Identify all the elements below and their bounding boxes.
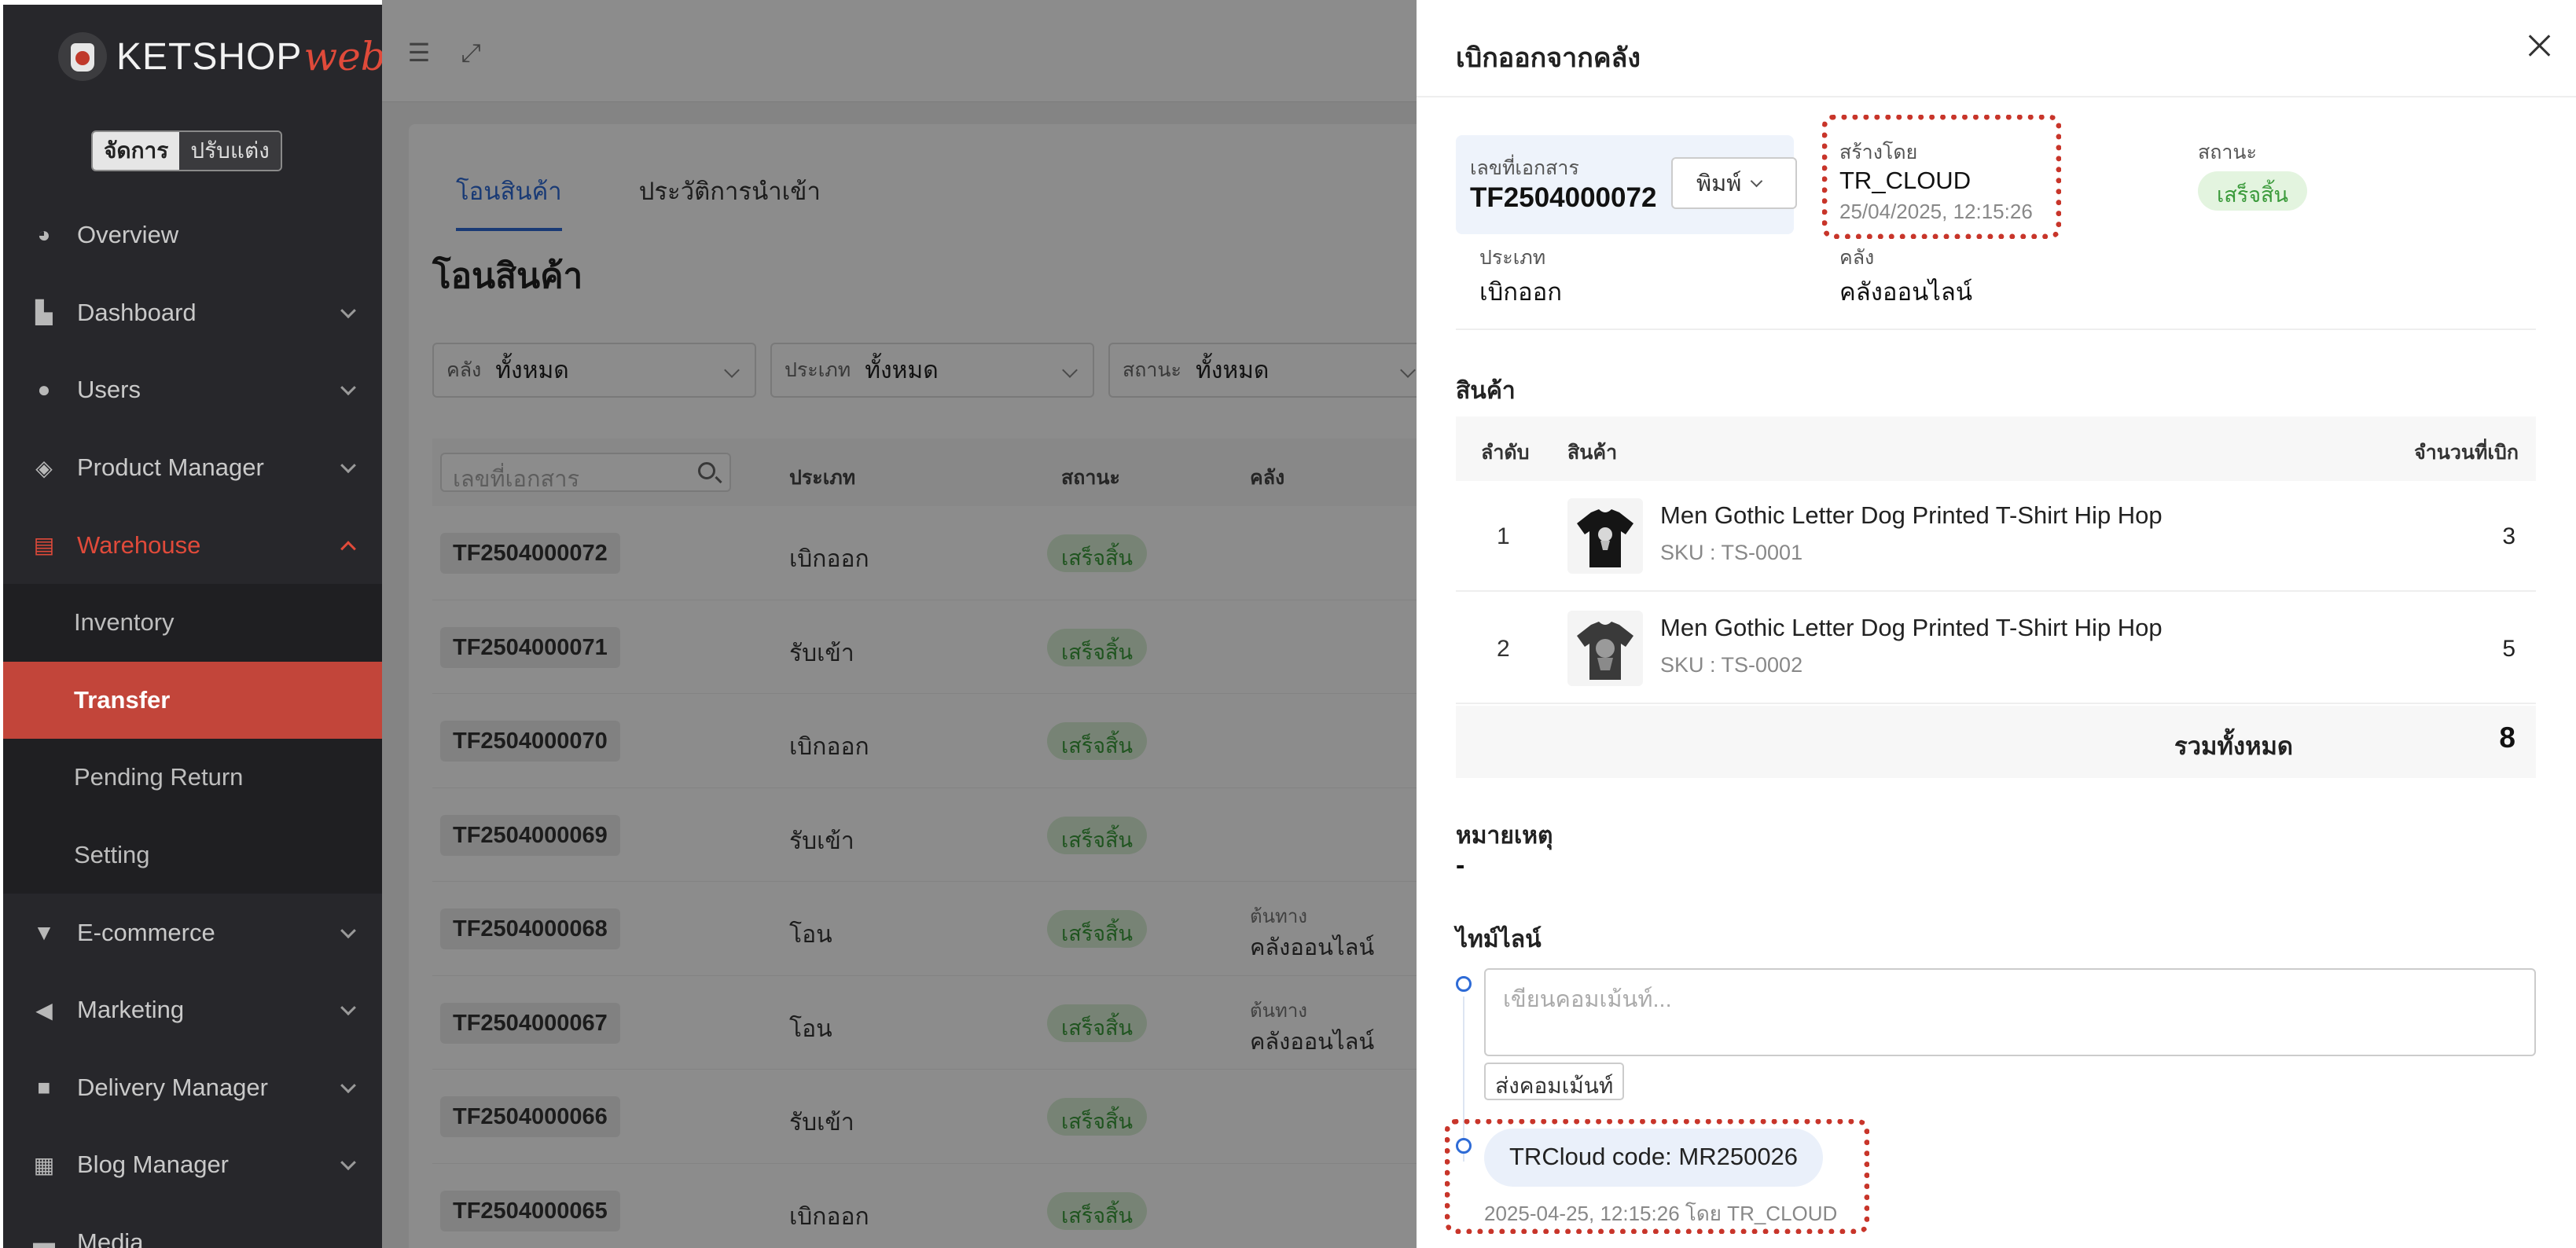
bar-chart-icon: ▙ bbox=[35, 300, 53, 325]
column-header-qty: จำนวนที่เบิก bbox=[2414, 442, 2519, 464]
chevron-down-icon bbox=[340, 303, 356, 318]
type-value: เบิกออก bbox=[1479, 278, 1563, 306]
brand-logo[interactable]: KETSHOP web bbox=[58, 28, 382, 85]
column-header-index: ลำดับ bbox=[1481, 442, 1530, 464]
products-total-row: รวมทั้งหมด 8 bbox=[1456, 706, 2536, 778]
tags-icon: ◈ bbox=[35, 455, 53, 480]
chevron-down-icon bbox=[340, 1000, 356, 1016]
megaphone-icon: ◀ bbox=[35, 997, 53, 1022]
product-name: Men Gothic Letter Dog Printed T-Shirt Hi… bbox=[1660, 614, 2163, 641]
sidebar-item-label: Media bbox=[77, 1228, 144, 1248]
warehouse-label: คลัง bbox=[1839, 247, 1875, 269]
sidebar-item-overview[interactable]: ◕ Overview bbox=[3, 196, 382, 274]
product-index: 1 bbox=[1497, 523, 1510, 549]
brand-name: KETSHOP bbox=[116, 35, 303, 78]
mode-toggle: จัดการ ปรับแต่ง bbox=[91, 130, 282, 171]
warehouse-value: คลังออนไลน์ bbox=[1839, 278, 1973, 306]
sidebar-item-media[interactable]: ▬ Media bbox=[3, 1204, 382, 1248]
folder-icon: ▬ bbox=[33, 1230, 55, 1248]
note-section-title: หมายเหตุ bbox=[1456, 823, 1553, 849]
warehouse-icon: ▤ bbox=[33, 533, 55, 558]
chevron-down-icon bbox=[340, 922, 356, 938]
doc-number-value: TF2504000072 bbox=[1470, 182, 1657, 213]
chevron-down-icon bbox=[1751, 174, 1763, 187]
blog-icon: ▦ bbox=[33, 1152, 55, 1177]
highlight-timeline-entry bbox=[1445, 1119, 1869, 1234]
total-label: รวมทั้งหมด bbox=[2174, 732, 2294, 760]
sidebar-item-marketing[interactable]: ◀ Marketing bbox=[3, 971, 382, 1049]
chevron-down-icon bbox=[340, 380, 356, 396]
comment-input[interactable]: เขียนคอมเม้นท์... bbox=[1484, 968, 2536, 1056]
sidebar-item-label: E-commerce bbox=[77, 918, 215, 946]
sidebar-subitem-pending-return[interactable]: Pending Return bbox=[3, 739, 382, 817]
sidebar-item-label: Users bbox=[77, 376, 141, 404]
pie-chart-icon: ◕ bbox=[37, 222, 51, 248]
modal-overlay[interactable] bbox=[382, 0, 1417, 1248]
brand-suffix: web bbox=[303, 34, 382, 79]
shop-logo-icon bbox=[58, 32, 107, 81]
tshirt-image bbox=[1577, 622, 1633, 680]
sidebar: KETSHOP web จัดการ ปรับแต่ง ◕ Overview ▙… bbox=[0, 5, 382, 1248]
chevron-down-icon bbox=[340, 1154, 356, 1171]
transfer-detail-drawer: เบิกออกจากคลัง เลขที่เอกสาร TF2504000072… bbox=[1417, 5, 2576, 1248]
sidebar-subitem-transfer[interactable]: Transfer bbox=[3, 661, 382, 740]
timeline-section-title: ไทม์ไลน์ bbox=[1456, 927, 1542, 953]
product-thumbnail bbox=[1567, 498, 1643, 574]
sidebar-item-dashboard[interactable]: ▙ Dashboard bbox=[3, 274, 382, 352]
sidebar-item-delivery-manager[interactable]: ■ Delivery Manager bbox=[3, 1049, 382, 1127]
products-table-header: ลำดับ สินค้า จำนวนที่เบิก bbox=[1456, 417, 2536, 481]
sidebar-item-label: Overview bbox=[77, 221, 179, 249]
products-section-title: สินค้า bbox=[1456, 378, 1516, 404]
total-value: 8 bbox=[2499, 721, 2515, 754]
sidebar-subitem-setting[interactable]: Setting bbox=[3, 816, 382, 894]
chevron-up-icon bbox=[340, 540, 356, 556]
sidebar-nav: ◕ Overview ▙ Dashboard ● Users ◈ Product… bbox=[3, 196, 382, 1248]
cart-icon: ▼ bbox=[33, 919, 55, 945]
comment-placeholder: เขียนคอมเม้นท์... bbox=[1503, 987, 1672, 1012]
send-comment-button[interactable]: ส่งคอมเม้นท์ bbox=[1484, 1063, 1625, 1100]
truck-icon: ■ bbox=[37, 1074, 51, 1099]
sidebar-item-label: Blog Manager bbox=[77, 1151, 230, 1179]
sidebar-item-label: Marketing bbox=[77, 996, 185, 1024]
column-header-product: สินค้า bbox=[1567, 442, 1618, 464]
product-qty: 3 bbox=[2502, 523, 2515, 549]
drawer-header: เบิกออกจากคลัง bbox=[1417, 5, 2576, 97]
chevron-down-icon bbox=[340, 457, 356, 474]
print-label: พิมพ์ bbox=[1696, 171, 1742, 196]
product-row: 2 Men Gothic Letter Dog Printed T-Shirt … bbox=[1456, 593, 2536, 704]
chevron-down-icon bbox=[340, 1077, 356, 1093]
sidebar-item-label: Delivery Manager bbox=[77, 1073, 268, 1101]
divider bbox=[1456, 329, 2536, 330]
timeline-dot-icon bbox=[1456, 976, 1472, 992]
note-value: - bbox=[1456, 850, 1465, 880]
product-thumbnail bbox=[1567, 611, 1643, 686]
status-label: สถานะ bbox=[2198, 141, 2257, 163]
doc-number-label: เลขที่เอกสาร bbox=[1470, 157, 1579, 179]
sidebar-item-label: Product Manager bbox=[77, 453, 264, 482]
sidebar-item-blog-manager[interactable]: ▦ Blog Manager bbox=[3, 1126, 382, 1204]
drawer-title: เบิกออกจากคลัง bbox=[1456, 43, 1641, 73]
tshirt-image bbox=[1577, 509, 1633, 567]
product-row: 1 Men Gothic Letter Dog Printed T-Shirt … bbox=[1456, 481, 2536, 592]
highlight-created-by bbox=[1822, 115, 2061, 239]
type-label: ประเภท bbox=[1479, 247, 1546, 269]
sidebar-item-users[interactable]: ● Users bbox=[3, 351, 382, 429]
product-sku: SKU : TS-0001 bbox=[1660, 541, 1803, 564]
product-qty: 5 bbox=[2502, 636, 2515, 662]
sidebar-subitem-inventory[interactable]: Inventory bbox=[3, 583, 382, 662]
product-sku: SKU : TS-0002 bbox=[1660, 653, 1803, 677]
status-badge: เสร็จสิ้น bbox=[2198, 171, 2307, 211]
sidebar-item-product-manager[interactable]: ◈ Product Manager bbox=[3, 429, 382, 507]
mode-customize-button[interactable]: ปรับแต่ง bbox=[179, 132, 281, 170]
product-name: Men Gothic Letter Dog Printed T-Shirt Hi… bbox=[1660, 501, 2163, 529]
sidebar-item-label: Dashboard bbox=[77, 298, 197, 326]
sidebar-item-label: Warehouse bbox=[77, 530, 201, 559]
product-index: 2 bbox=[1497, 636, 1510, 662]
users-icon: ● bbox=[37, 377, 51, 402]
mode-manage-button[interactable]: จัดการ bbox=[93, 132, 180, 170]
sidebar-item-warehouse[interactable]: ▤ Warehouse bbox=[3, 506, 382, 584]
print-button[interactable]: พิมพ์ bbox=[1671, 157, 1797, 209]
sidebar-item-ecommerce[interactable]: ▼ E-commerce bbox=[3, 894, 382, 971]
close-icon[interactable] bbox=[2526, 31, 2552, 58]
